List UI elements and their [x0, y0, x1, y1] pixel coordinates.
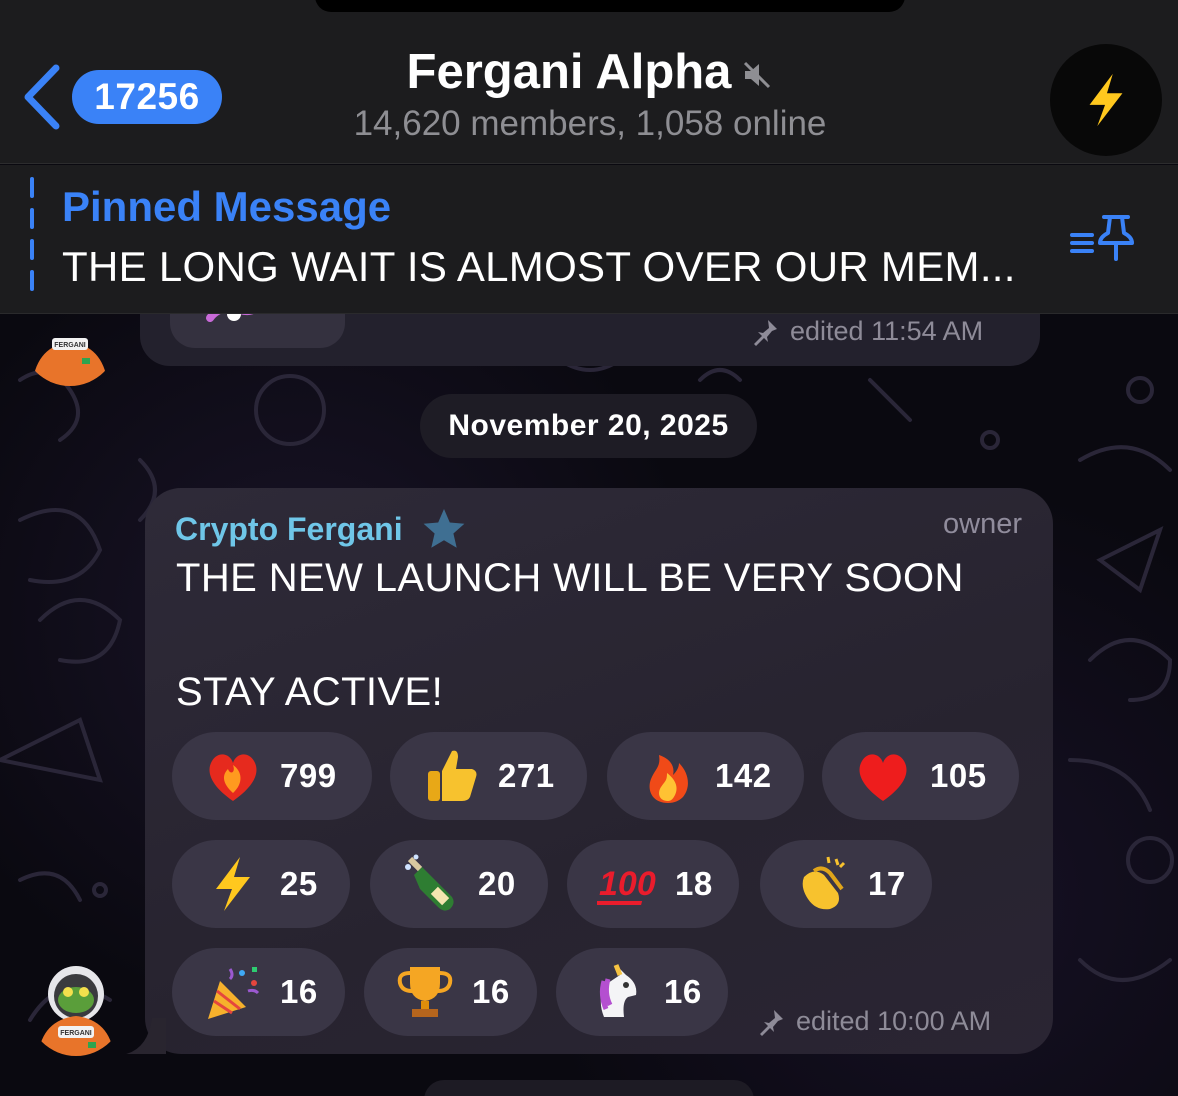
reaction-high-voltage[interactable]: 25	[172, 840, 350, 928]
chevron-left-icon[interactable]	[22, 64, 62, 130]
fire-icon	[637, 745, 699, 807]
sender-avatar[interactable]: FERGANI	[28, 960, 124, 1056]
reaction-heart-on-fire[interactable]: 799	[172, 732, 372, 820]
reaction-trophy[interactable]: 16	[364, 948, 537, 1036]
edited-text: edited 10:00 AM	[796, 1006, 992, 1036]
astronaut-frog-avatar-icon: FERGANI	[38, 966, 114, 1056]
reaction-count: 17	[868, 865, 906, 902]
sender-role: owner	[943, 508, 1022, 540]
reaction-thumbs-up[interactable]: 271	[390, 732, 587, 820]
lightning-icon	[1089, 73, 1123, 127]
svg-text:100: 100	[599, 865, 656, 903]
device-notch	[315, 0, 905, 12]
svg-text:FERGANI: FERGANI	[54, 342, 86, 349]
svg-text:FERGANI: FERGANI	[60, 1030, 92, 1037]
reaction-red-heart[interactable]: 105	[822, 732, 1019, 820]
sender-name[interactable]: Crypto Fergani	[175, 506, 467, 552]
clapping-hands-icon	[790, 853, 852, 915]
reaction-count: 271	[498, 757, 555, 794]
reaction-fire[interactable]: 142	[607, 732, 804, 820]
pin-list-icon[interactable]	[1070, 213, 1134, 261]
chat-header: 17256 Fergani Alpha 14,620 members, 1,05…	[0, 0, 1178, 164]
date-separator: November 20, 2025	[420, 394, 757, 458]
pinned-label: Pinned Message	[62, 183, 392, 230]
reaction-clapping-hands[interactable]: 17	[760, 840, 932, 928]
message-edited-label: edited 10:00 AM	[756, 1006, 991, 1037]
next-message-bubble[interactable]	[424, 1080, 754, 1096]
message-text-line-2: STAY ACTIVE!	[176, 670, 444, 714]
reaction-hundred-points[interactable]: 100 18	[567, 840, 739, 928]
sender-name-text[interactable]: Crypto Fergani	[175, 511, 403, 548]
thumbs-up-icon	[420, 745, 482, 807]
reaction-unicorn[interactable]: 16	[556, 948, 728, 1036]
reaction-count: 16	[664, 973, 702, 1010]
party-popper-icon	[202, 961, 264, 1023]
reaction-count: 20	[478, 865, 516, 902]
bubble-tail	[126, 1018, 166, 1054]
reaction-party-popper[interactable]: 16	[172, 948, 345, 1036]
reaction-count: 18	[675, 865, 713, 902]
reaction-count: 16	[472, 973, 510, 1010]
pinned-message-bar[interactable]: Pinned Message THE LONG WAIT IS ALMOST O…	[0, 165, 1178, 314]
chat-title[interactable]: Fergani Alpha	[407, 44, 774, 100]
lightning-icon	[202, 853, 264, 915]
hundred-points-icon: 100	[597, 853, 659, 915]
heart-on-fire-icon	[202, 745, 264, 807]
group-avatar[interactable]	[1050, 44, 1162, 156]
chat-title-area[interactable]: Fergani Alpha 14,620 members, 1,058 onli…	[240, 44, 940, 144]
speaker-muted-icon	[744, 61, 771, 89]
reaction-count: 25	[280, 865, 318, 902]
unicorn-icon	[586, 961, 648, 1023]
message-text-line-1: THE NEW LAUNCH WILL BE VERY SOON	[176, 556, 964, 600]
pinned-text[interactable]: THE LONG WAIT IS ALMOST OVER OUR MEM...	[62, 243, 1016, 291]
trophy-icon	[394, 961, 456, 1023]
star-icon	[423, 509, 464, 548]
reaction-count: 105	[930, 757, 987, 794]
unread-count-badge[interactable]: 17256	[72, 70, 222, 124]
edited-text: edited 11:54 AM	[790, 316, 984, 346]
pin-icon	[760, 1009, 783, 1036]
reaction-count: 799	[280, 757, 337, 794]
red-heart-icon	[852, 745, 914, 807]
previous-edited-label: edited 11:54 AM	[750, 316, 983, 347]
chat-subtitle: 14,620 members, 1,058 online	[353, 104, 827, 143]
chat-title-text[interactable]: Fergani Alpha	[407, 44, 732, 100]
pinned-indicator	[30, 177, 35, 293]
champagne-bottle-icon	[400, 853, 462, 915]
reaction-count: 16	[280, 973, 318, 1010]
pin-icon	[754, 319, 777, 346]
reaction-champagne[interactable]: 20	[370, 840, 548, 928]
reaction-count: 142	[715, 757, 772, 794]
